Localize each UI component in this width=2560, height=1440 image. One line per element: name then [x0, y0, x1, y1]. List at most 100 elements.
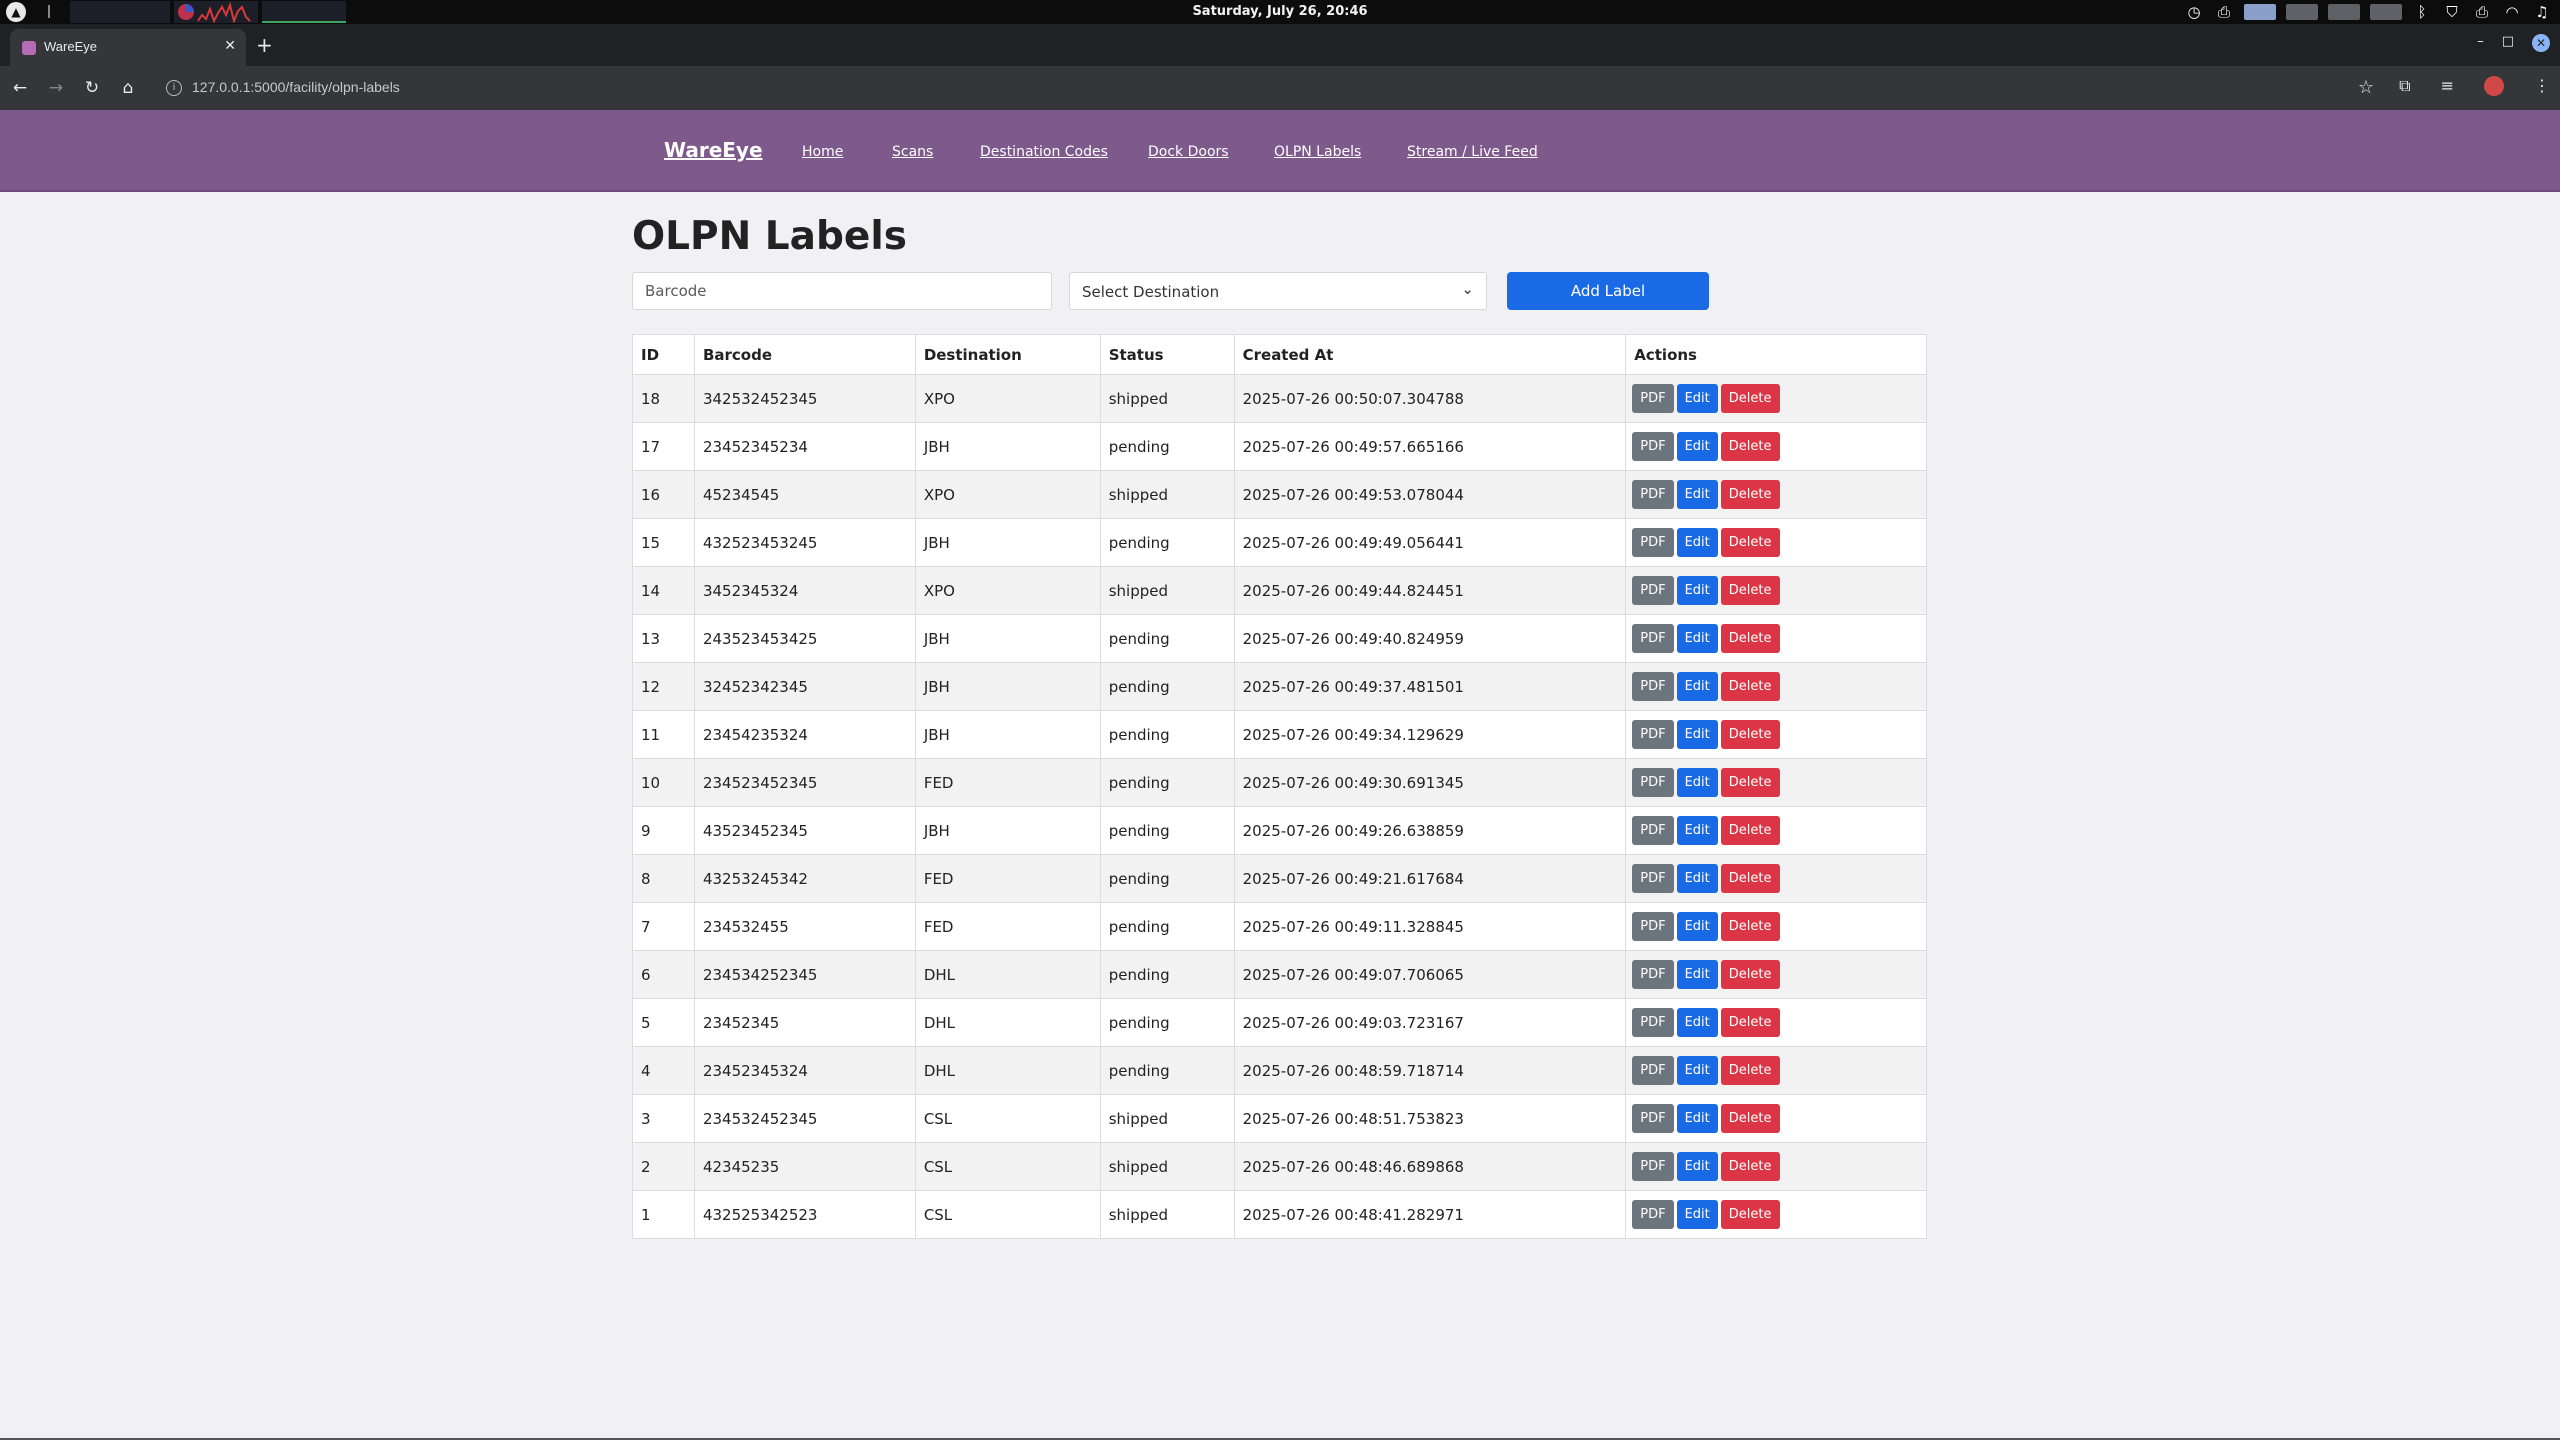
- edit-button[interactable]: Edit: [1676, 576, 1718, 605]
- pdf-button[interactable]: PDF: [1632, 768, 1674, 797]
- pdf-button[interactable]: PDF: [1632, 816, 1674, 845]
- address-url[interactable]: 127.0.0.1:5000/facility/olpn-labels: [192, 79, 400, 95]
- delete-button[interactable]: Delete: [1720, 384, 1780, 413]
- edit-button[interactable]: Edit: [1676, 624, 1718, 653]
- delete-button[interactable]: Delete: [1720, 1200, 1780, 1229]
- media-icon[interactable]: ≡: [2441, 76, 2454, 96]
- printer-icon[interactable]: ⎙: [2472, 3, 2492, 21]
- cast-icon[interactable]: ⧉: [2399, 76, 2410, 96]
- delete-button[interactable]: Delete: [1720, 912, 1780, 941]
- workspace-1[interactable]: [2244, 4, 2276, 20]
- workspace-4[interactable]: [2370, 4, 2402, 20]
- edit-button[interactable]: Edit: [1676, 432, 1718, 461]
- bookmark-star-icon[interactable]: ☆: [2358, 77, 2374, 98]
- table-row: 3 234532452345 CSL shipped 2025-07-26 00:48:…: [632, 1094, 1927, 1143]
- delete-button[interactable]: Delete: [1720, 672, 1780, 701]
- nav-link-scans[interactable]: Scans: [892, 144, 933, 160]
- delete-button[interactable]: Delete: [1720, 528, 1780, 557]
- maximize-icon[interactable]: □: [2502, 34, 2514, 52]
- delete-button[interactable]: Delete: [1720, 720, 1780, 749]
- edit-button[interactable]: Edit: [1676, 1008, 1718, 1037]
- browser-tab[interactable]: WareEye ✕: [10, 29, 246, 66]
- delete-button[interactable]: Delete: [1720, 576, 1780, 605]
- delete-button[interactable]: Delete: [1720, 480, 1780, 509]
- address-bar[interactable]: i 127.0.0.1:5000/facility/olpn-labels ☆: [158, 72, 2388, 104]
- pdf-button[interactable]: PDF: [1632, 576, 1674, 605]
- header-id: ID: [632, 334, 695, 375]
- edit-button[interactable]: Edit: [1676, 768, 1718, 797]
- edit-button[interactable]: Edit: [1676, 480, 1718, 509]
- forward-icon[interactable]: →: [44, 76, 68, 100]
- clock-icon[interactable]: ◷: [2184, 3, 2204, 21]
- pdf-button[interactable]: PDF: [1632, 912, 1674, 941]
- delete-button[interactable]: Delete: [1720, 768, 1780, 797]
- add-label-button[interactable]: Add Label: [1507, 272, 1709, 310]
- pdf-button[interactable]: PDF: [1632, 1104, 1674, 1133]
- edit-button[interactable]: Edit: [1676, 864, 1718, 893]
- pdf-button[interactable]: PDF: [1632, 384, 1674, 413]
- bluetooth-icon[interactable]: ᛒ: [2412, 3, 2432, 21]
- pdf-button[interactable]: PDF: [1632, 528, 1674, 557]
- minimize-icon[interactable]: –: [2477, 34, 2484, 52]
- pdf-button[interactable]: PDF: [1632, 480, 1674, 509]
- delete-button[interactable]: Delete: [1720, 1104, 1780, 1133]
- delete-button[interactable]: Delete: [1720, 864, 1780, 893]
- nav-link-dock-doors[interactable]: Dock Doors: [1148, 144, 1229, 160]
- menu-icon[interactable]: ⋮: [2534, 76, 2550, 96]
- delete-button[interactable]: Delete: [1720, 1152, 1780, 1181]
- os-clock[interactable]: Saturday, July 26, 20:46: [0, 4, 2560, 19]
- pdf-button[interactable]: PDF: [1632, 864, 1674, 893]
- tab-close-icon[interactable]: ✕: [224, 38, 236, 54]
- nav-link-olpn-labels[interactable]: OLPN Labels: [1274, 144, 1361, 160]
- edit-button[interactable]: Edit: [1676, 1152, 1718, 1181]
- edit-button[interactable]: Edit: [1676, 1056, 1718, 1085]
- edit-button[interactable]: Edit: [1676, 1200, 1718, 1229]
- pdf-button[interactable]: PDF: [1632, 1152, 1674, 1181]
- edit-button[interactable]: Edit: [1676, 816, 1718, 845]
- home-icon[interactable]: ⌂: [116, 76, 140, 100]
- cell-id: 4: [632, 1046, 695, 1095]
- pdf-button[interactable]: PDF: [1632, 1008, 1674, 1037]
- pdf-button[interactable]: PDF: [1632, 672, 1674, 701]
- edit-button[interactable]: Edit: [1676, 960, 1718, 989]
- edit-button[interactable]: Edit: [1676, 384, 1718, 413]
- new-tab-icon[interactable]: +: [256, 35, 273, 55]
- pdf-button[interactable]: PDF: [1632, 1056, 1674, 1085]
- pdf-button[interactable]: PDF: [1632, 960, 1674, 989]
- nav-link-destination-codes[interactable]: Destination Codes: [980, 144, 1108, 160]
- edit-button[interactable]: Edit: [1676, 528, 1718, 557]
- wifi-icon[interactable]: ◠: [2502, 3, 2522, 21]
- workspace-2[interactable]: [2286, 4, 2318, 20]
- delete-button[interactable]: Delete: [1720, 816, 1780, 845]
- edit-button[interactable]: Edit: [1676, 672, 1718, 701]
- pdf-button[interactable]: PDF: [1632, 720, 1674, 749]
- pdf-button[interactable]: PDF: [1632, 624, 1674, 653]
- delete-button[interactable]: Delete: [1720, 624, 1780, 653]
- pdf-button[interactable]: PDF: [1632, 432, 1674, 461]
- workspace-3[interactable]: [2328, 4, 2360, 20]
- barcode-input[interactable]: [632, 272, 1052, 310]
- brand-link[interactable]: WareEye: [664, 138, 763, 162]
- site-info-icon[interactable]: i: [166, 80, 182, 96]
- edit-button[interactable]: Edit: [1676, 720, 1718, 749]
- edit-button[interactable]: Edit: [1676, 1104, 1718, 1133]
- delete-button[interactable]: Delete: [1720, 960, 1780, 989]
- nav-link-stream-live-feed[interactable]: Stream / Live Feed: [1407, 144, 1538, 160]
- pdf-button[interactable]: PDF: [1632, 1200, 1674, 1229]
- back-icon[interactable]: ←: [8, 76, 32, 100]
- shield-icon[interactable]: ⛉: [2442, 3, 2462, 21]
- delete-button[interactable]: Delete: [1720, 432, 1780, 461]
- delete-button[interactable]: Delete: [1720, 1008, 1780, 1037]
- delete-button[interactable]: Delete: [1720, 1056, 1780, 1085]
- profile-avatar[interactable]: [2484, 76, 2504, 96]
- reload-icon[interactable]: ↻: [80, 76, 104, 100]
- music-icon[interactable]: ♫: [2532, 3, 2552, 21]
- chevron-down-icon: ⌄: [1461, 280, 1474, 298]
- window-close-icon[interactable]: ✕: [2532, 34, 2550, 52]
- cell-id: 13: [632, 614, 695, 663]
- destination-select[interactable]: Select Destination ⌄: [1069, 272, 1487, 310]
- nav-link-home[interactable]: Home: [802, 144, 843, 160]
- edit-button[interactable]: Edit: [1676, 912, 1718, 941]
- cell-status: shipped: [1099, 374, 1235, 423]
- printer-icon[interactable]: ⎙: [2214, 3, 2234, 21]
